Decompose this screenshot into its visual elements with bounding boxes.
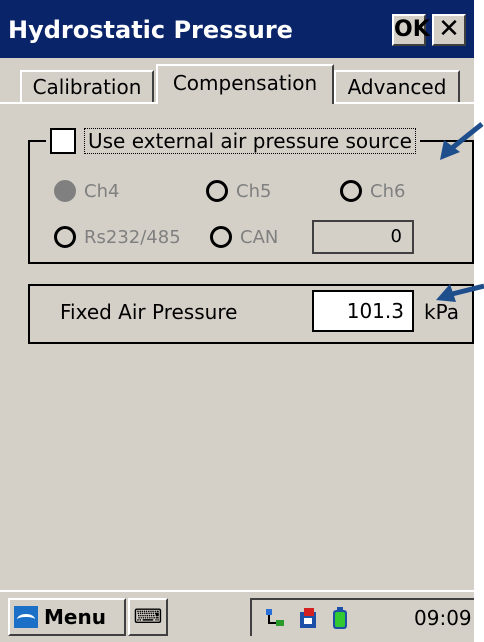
radio-ch4[interactable]: Ch4 <box>54 180 119 202</box>
tab-advanced[interactable]: Advanced <box>334 70 460 102</box>
radio-ch6-indicator <box>340 180 362 202</box>
radio-ch5-indicator <box>206 180 228 202</box>
window-title: Hydrostatic Pressure <box>8 16 293 44</box>
external-source-legend: Use external air pressure source <box>46 126 420 156</box>
start-menu-button[interactable]: Menu <box>8 598 126 636</box>
battery-icon[interactable] <box>328 606 352 630</box>
taskbar: Menu ⌨ 09:09 <box>0 590 474 642</box>
menu-label: Menu <box>44 605 106 629</box>
radio-ch4-indicator <box>54 180 76 202</box>
sync-icon[interactable] <box>296 606 320 630</box>
radio-ch6[interactable]: Ch6 <box>340 180 405 202</box>
tab-calibration[interactable]: Calibration <box>20 70 154 102</box>
title-bar: Hydrostatic Pressure OK ✕ <box>0 0 474 58</box>
app-window: Hydrostatic Pressure OK ✕ Calibration Co… <box>0 0 474 642</box>
close-icon: ✕ <box>438 14 460 44</box>
radio-rs232-485-label: Rs232/485 <box>84 226 181 248</box>
radio-can[interactable]: CAN <box>210 226 278 248</box>
radio-rs232-485[interactable]: Rs232/485 <box>54 226 181 248</box>
external-source-label[interactable]: Use external air pressure source <box>84 128 416 154</box>
can-id-field[interactable]: 0 <box>312 220 414 254</box>
annotation-arrow-fixed-pressure <box>436 283 484 302</box>
tab-compensation[interactable]: Compensation <box>156 64 334 104</box>
radio-ch5-label: Ch5 <box>236 180 272 202</box>
fixed-air-pressure-label: Fixed Air Pressure <box>60 300 238 324</box>
keyboard-icon: ⌨ <box>133 604 163 628</box>
radio-ch6-label: Ch6 <box>370 180 406 202</box>
fixed-air-pressure-input[interactable]: 101.3 <box>312 290 414 332</box>
radio-ch4-label: Ch4 <box>84 180 120 202</box>
ok-button[interactable]: OK <box>392 14 430 46</box>
clock: 09:09 <box>414 606 472 630</box>
radio-ch5[interactable]: Ch5 <box>206 180 271 202</box>
radio-can-indicator <box>210 226 232 248</box>
close-button[interactable]: ✕ <box>432 14 466 46</box>
annotation-arrow-external-source <box>440 122 484 160</box>
windows-logo-icon <box>14 606 38 628</box>
network-icon[interactable] <box>264 606 288 630</box>
keyboard-button[interactable]: ⌨ <box>128 598 168 636</box>
external-source-checkbox[interactable] <box>50 128 76 154</box>
radio-rs232-485-indicator <box>54 226 76 248</box>
radio-can-label: CAN <box>240 226 279 248</box>
